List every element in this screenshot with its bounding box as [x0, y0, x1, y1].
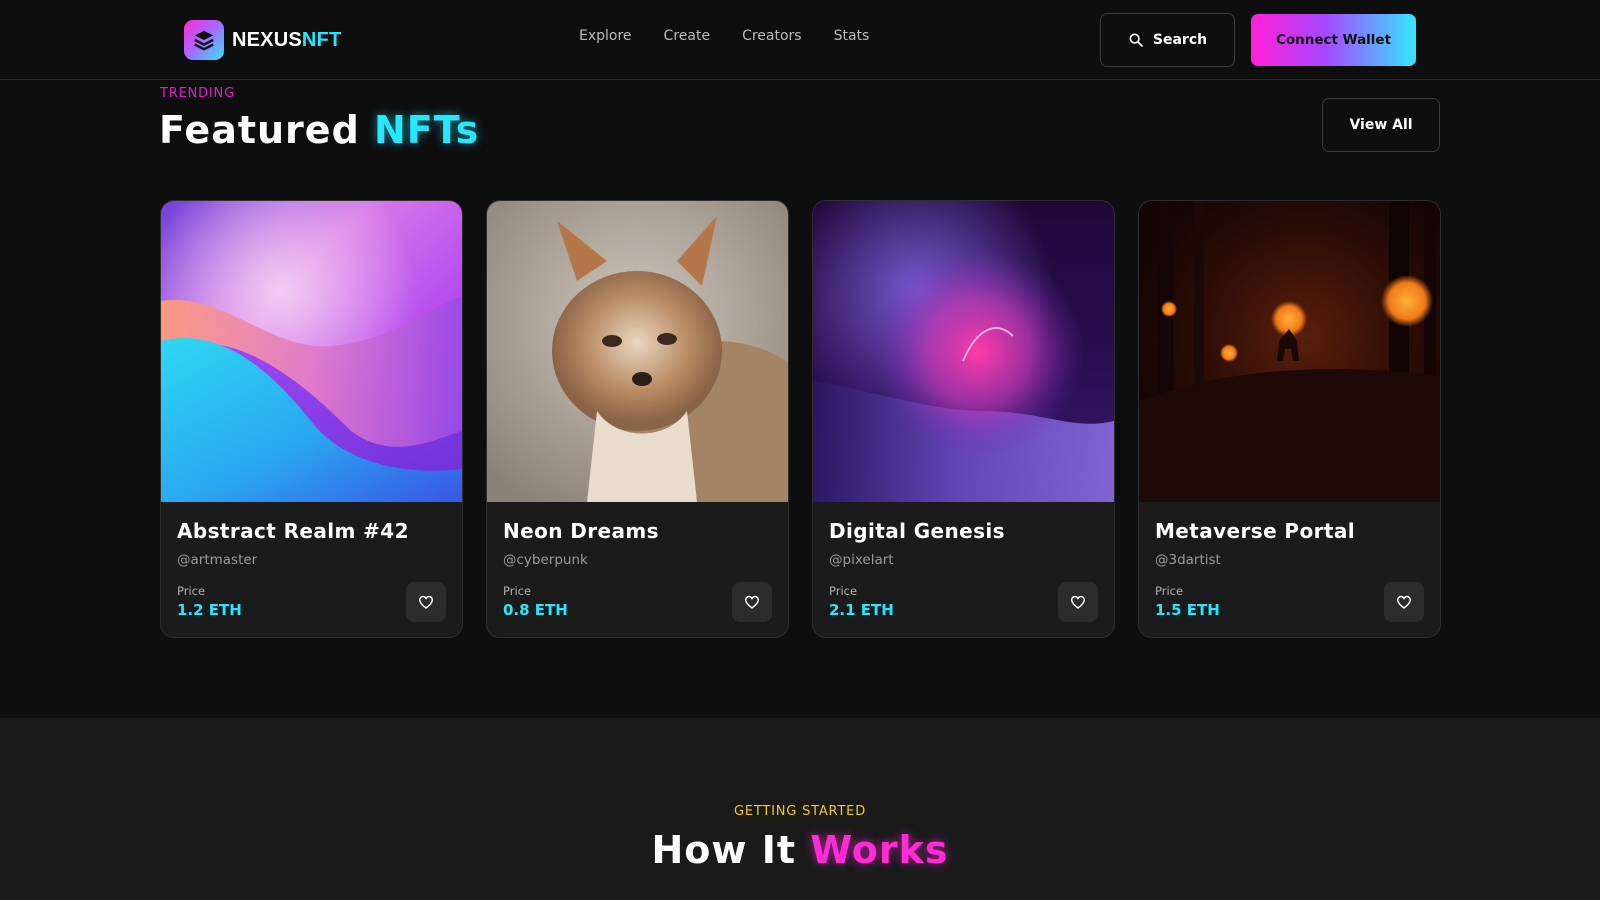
how-it-works-section: GETTING STARTED How It Works [0, 718, 1600, 900]
nft-name: Abstract Realm #42 [177, 519, 409, 543]
nft-price: 1.2 ETH [177, 601, 242, 619]
heart-icon [744, 595, 760, 609]
page: NEXUSNFT Explore Create Creators Stats S… [0, 0, 1600, 900]
dark-forest-deer-artwork [1139, 201, 1440, 502]
nft-card[interactable]: Abstract Realm #42 @artmaster Price 1.2 … [160, 200, 463, 638]
nft-price: 2.1 ETH [829, 601, 894, 619]
how-eyebrow: GETTING STARTED [733, 804, 867, 819]
heart-icon [1396, 595, 1412, 609]
nav-explore[interactable]: Explore [579, 28, 632, 44]
fox-photo-artwork [487, 201, 788, 502]
heart-icon [418, 595, 434, 609]
nft-price: 1.5 ETH [1155, 601, 1220, 619]
main-nav: Explore Create Creators Stats [579, 28, 869, 44]
featured-eyebrow: TRENDING [160, 86, 235, 101]
logo[interactable]: NEXUSNFT [184, 20, 341, 60]
connect-wallet-button[interactable]: Connect Wallet [1251, 14, 1416, 66]
nft-creator[interactable]: @pixelart [829, 552, 894, 568]
nft-card[interactable]: Metaverse Portal @3dartist Price 1.5 ETH [1138, 200, 1441, 638]
featured-title: Featured NFTs [159, 108, 480, 152]
price-label: Price [1155, 584, 1184, 598]
like-button[interactable] [732, 582, 772, 622]
heart-icon [1070, 595, 1086, 609]
nft-name: Digital Genesis [829, 519, 1005, 543]
logo-text: NEXUSNFT [232, 28, 342, 51]
search-icon [1129, 33, 1143, 47]
view-all-button[interactable]: View All [1322, 98, 1440, 152]
like-button[interactable] [1384, 582, 1424, 622]
how-title: How It Works [651, 828, 949, 872]
nft-creator[interactable]: @3dartist [1155, 552, 1221, 568]
abstract-waves-artwork [161, 201, 462, 502]
nft-name: Neon Dreams [503, 519, 659, 543]
layers-icon [184, 20, 224, 60]
nft-creator[interactable]: @artmaster [177, 552, 257, 568]
nft-card[interactable]: Digital Genesis @pixelart Price 2.1 ETH [812, 200, 1115, 638]
nft-price: 0.8 ETH [503, 601, 568, 619]
top-navbar: NEXUSNFT Explore Create Creators Stats S… [0, 0, 1600, 80]
like-button[interactable] [1058, 582, 1098, 622]
purple-glow-artwork [813, 201, 1114, 502]
nav-stats[interactable]: Stats [834, 28, 870, 44]
price-label: Price [503, 584, 532, 598]
like-button[interactable] [406, 582, 446, 622]
nav-create[interactable]: Create [664, 28, 711, 44]
nft-creator[interactable]: @cyberpunk [503, 552, 588, 568]
price-label: Price [177, 584, 206, 598]
nav-creators[interactable]: Creators [742, 28, 802, 44]
nft-card[interactable]: Neon Dreams @cyberpunk Price 0.8 ETH [486, 200, 789, 638]
search-label: Search [1152, 32, 1208, 48]
price-label: Price [829, 584, 858, 598]
search-button[interactable]: Search [1100, 13, 1235, 67]
nft-name: Metaverse Portal [1155, 519, 1355, 543]
